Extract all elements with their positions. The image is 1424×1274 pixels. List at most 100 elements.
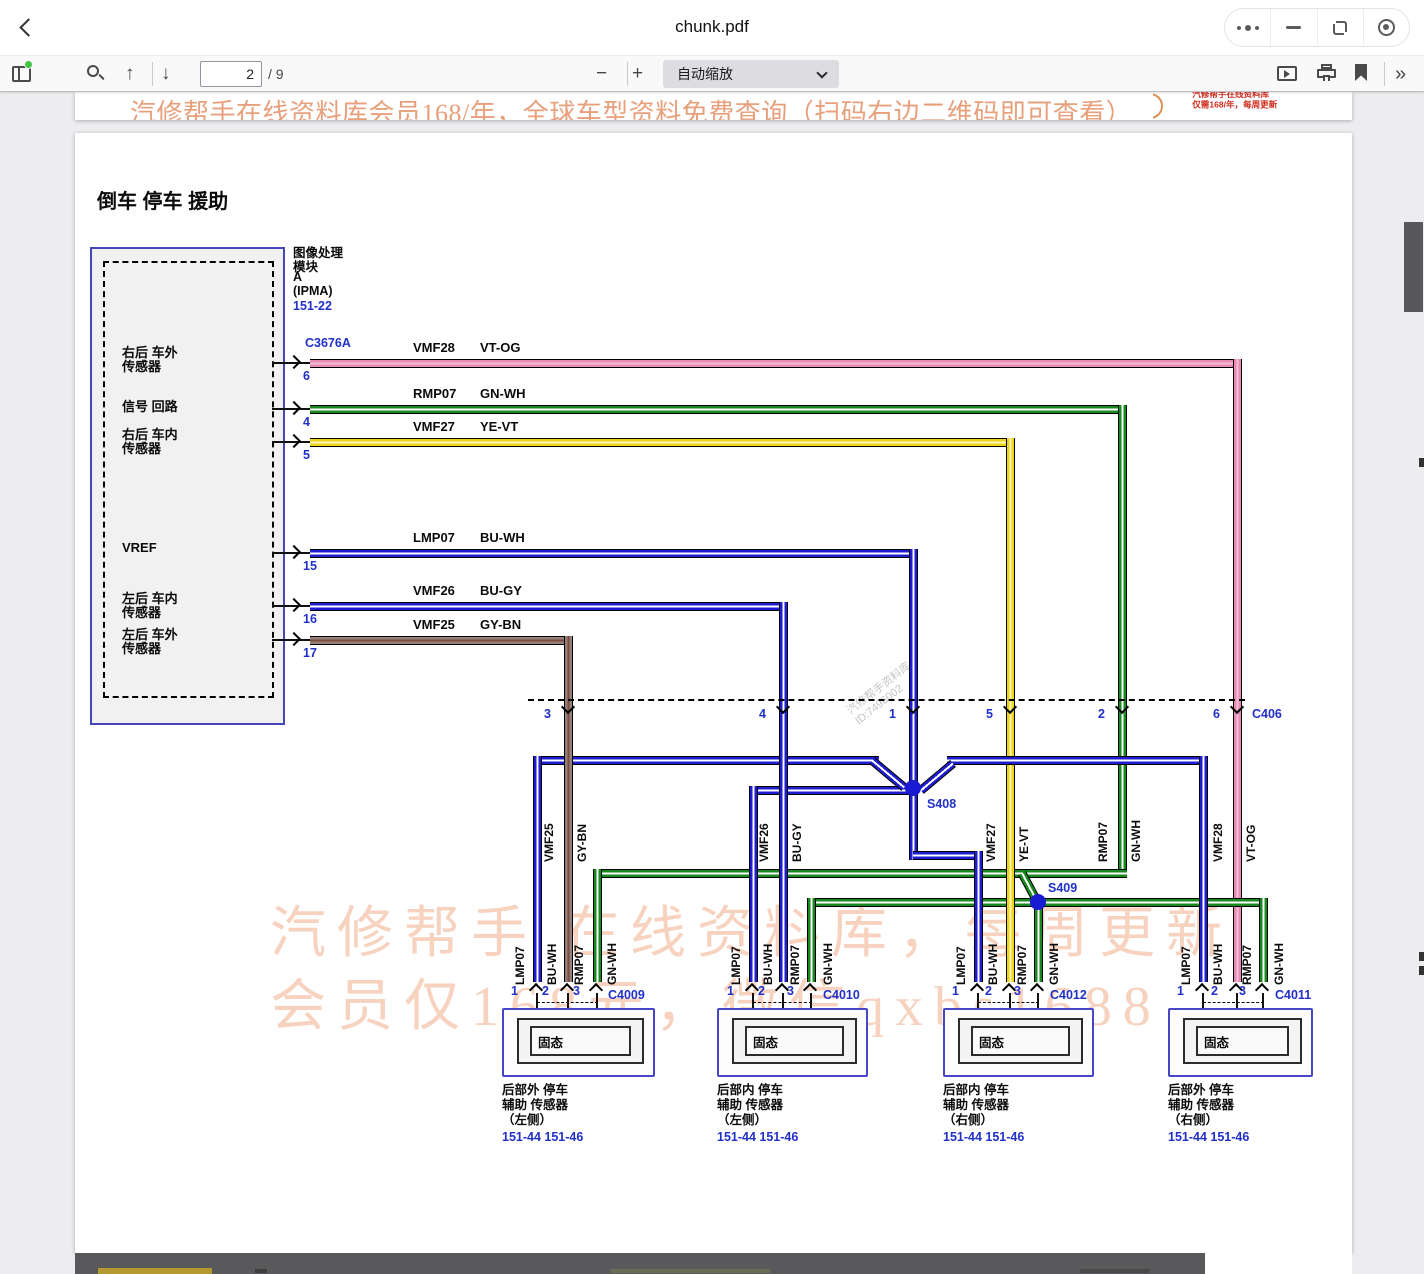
pdf-page-2: 汽修帮手资料库ID:7496002 汽修帮手资料库ID:7496002 汽修帮手… [75, 133, 1352, 1253]
sensor-name: 辅助 传感器 [502, 1098, 568, 1113]
presentation-mode-icon[interactable] [1277, 66, 1297, 81]
pdf-viewer[interactable]: 汽修帮手在线资料库会员168/年，全球车型资料免费查询（扫码右边二维码即可查看）… [0, 92, 1424, 1274]
sensor-pin: 3 [1014, 984, 1021, 998]
page-number-input[interactable]: 2 [200, 61, 262, 87]
next-page-fragment [98, 1268, 212, 1274]
zoom-out-button[interactable]: − [596, 56, 607, 92]
notification-dot [24, 60, 33, 69]
circuit-label-rot: RMP07 [788, 923, 802, 985]
arrow-right-icon [287, 434, 301, 448]
circuit-label-rot: LMP07 [954, 923, 968, 985]
connector-label-c3676a: C3676A [305, 336, 351, 350]
bookmark-icon[interactable] [1355, 64, 1367, 81]
scrollbar-thumb[interactable] [1404, 222, 1423, 312]
module-pin-label: VREF [122, 540, 157, 555]
pin-number: 4 [303, 415, 310, 429]
splice-label-s409: S409 [1048, 881, 1077, 895]
wire-bu-wh [310, 549, 918, 558]
wire-bu-wh [918, 760, 956, 794]
more-tools-button[interactable]: » [1395, 56, 1406, 92]
wire-color-label-rot: BU-WH [986, 923, 1000, 985]
divider [152, 62, 153, 86]
sensor-box-c4009: 固态 [502, 1008, 655, 1077]
wire-bu-wh [533, 756, 542, 982]
wire-bu-wh [909, 788, 918, 860]
minimize-button[interactable] [1270, 9, 1316, 46]
wire-vt-og [1233, 359, 1242, 982]
sensor-pin: 1 [952, 984, 959, 998]
wire-color-label: VT-OG [480, 340, 520, 355]
circuit-label-rot: LMP07 [729, 923, 743, 985]
connector-c406-line [528, 699, 1245, 701]
wire-gn-wh [1118, 405, 1127, 878]
sensor-pin: 2 [542, 984, 549, 998]
wire-color-label-rot: VT-OG [1244, 788, 1258, 862]
next-page-fragment [255, 1269, 267, 1273]
page-down-button[interactable]: ↓ [161, 56, 171, 92]
scrollbar-mark [1419, 966, 1424, 975]
wire-color-label-rot: GN-WH [1047, 923, 1061, 985]
sensor-name: 辅助 传感器 [1168, 1098, 1234, 1113]
search-icon[interactable] [87, 65, 99, 77]
arrow-right-icon [287, 598, 301, 612]
circuit-label-rot: RMP07 [1096, 788, 1110, 862]
target-icon [1378, 19, 1395, 36]
module-page-ref: 151-22 [293, 299, 332, 313]
splice-s409 [1030, 894, 1046, 910]
chevron-down-icon [816, 67, 827, 78]
wire-color-label-rot: GN-WH [821, 923, 835, 985]
module-pin-label: 传感器 [122, 438, 161, 457]
sensor-page-refs: 151-44 151-46 [943, 1130, 1024, 1144]
circuit-label: VMF28 [413, 340, 455, 355]
circuit-label: VMF25 [413, 617, 455, 632]
pdf-toolbar: ↑ ↓ 2 / 9 − + 自动缩放 » [0, 56, 1424, 92]
state-label: 固态 [538, 1032, 563, 1051]
seal-arc-icon [1153, 93, 1167, 119]
more-options-button[interactable] [1225, 9, 1270, 46]
splice-label-s408: S408 [927, 797, 956, 811]
print-icon [1323, 75, 1330, 81]
wire-color-label-rot: BU-WH [1211, 923, 1225, 985]
connector-label-c4010: C4010 [823, 988, 860, 1002]
wire-gy-bn [310, 636, 573, 645]
state-label: 固态 [1204, 1032, 1229, 1051]
sensor-pin: 3 [787, 984, 794, 998]
wire-bu-wh [909, 549, 918, 792]
wire-color-label-rot: YE-VT [1017, 788, 1031, 862]
sensor-name: （左侧） [502, 1113, 552, 1128]
wire-color-label-rot: BU-WH [761, 923, 775, 985]
sensor-name: （右侧） [943, 1113, 993, 1128]
restore-button[interactable] [1317, 9, 1363, 46]
circuit-label-rot: VMF28 [1211, 788, 1225, 862]
wire-color-label: GN-WH [480, 386, 526, 401]
pin-number: 15 [303, 559, 317, 573]
zoom-in-button[interactable]: + [632, 56, 643, 92]
page-up-button[interactable]: ↑ [125, 56, 135, 92]
divider [1384, 62, 1385, 86]
divider [627, 62, 628, 86]
ipma-module-box [90, 247, 285, 725]
pin-number: 17 [303, 646, 317, 660]
connector-label-c4011: C4011 [1275, 988, 1311, 1002]
target-button[interactable] [1363, 9, 1409, 46]
next-page-fragment [1080, 1269, 1150, 1273]
circuit-label: VMF27 [413, 419, 455, 434]
sensor-page-refs: 151-44 151-46 [717, 1130, 798, 1144]
c406-pin: 6 [1213, 707, 1220, 721]
sensor-pin: 3 [573, 984, 580, 998]
dot-icon [1255, 26, 1259, 30]
wire-color-label-rot: BU-WH [545, 923, 559, 985]
scrollbar-mark [1419, 458, 1424, 467]
wire-bu-gy [310, 602, 788, 611]
pin-number: 16 [303, 612, 317, 626]
module-pin-label: 传感器 [122, 356, 161, 375]
c406-pin: 4 [759, 707, 766, 721]
sensor-pin: 1 [727, 984, 734, 998]
sensor-pin: 3 [1239, 984, 1246, 998]
promo-line2: 仅需168/年，每周更新 [1192, 100, 1277, 110]
wire-vt-og [310, 359, 1241, 368]
wire-bu-wh [1199, 756, 1208, 982]
c406-pin: 5 [986, 707, 993, 721]
sensor-box-c4010: 固态 [717, 1008, 868, 1077]
zoom-select[interactable]: 自动缩放 [663, 60, 839, 88]
